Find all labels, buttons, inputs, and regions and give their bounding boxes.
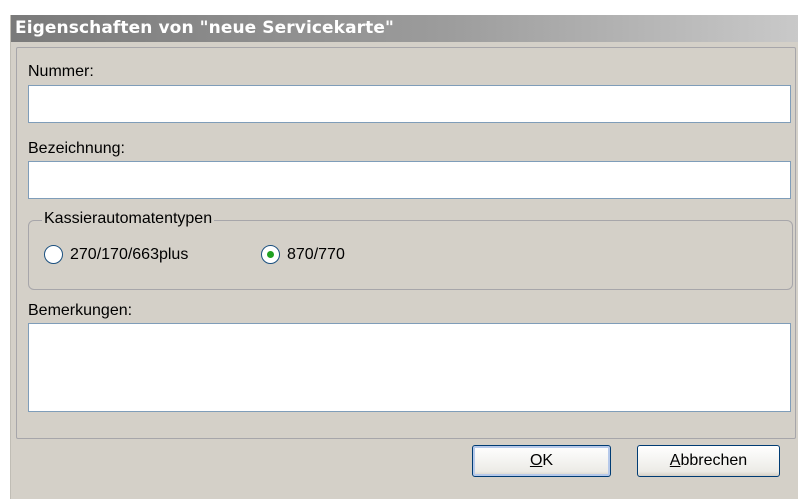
automat-type-group-label: Kassierautomatentypen bbox=[42, 210, 215, 228]
nummer-label: Nummer: bbox=[28, 63, 94, 80]
ok-label-rest: K bbox=[542, 452, 554, 469]
radio-option-270[interactable]: 270/170/663plus bbox=[44, 245, 188, 264]
dialog-title: Eigenschaften von "neue Servicekarte" bbox=[11, 15, 798, 42]
cancel-label-rest: bbrechen bbox=[680, 452, 748, 469]
bezeichnung-label: Bezeichnung: bbox=[28, 140, 125, 157]
bemerkungen-label: Bemerkungen: bbox=[28, 302, 133, 319]
radio-label-870: 870/770 bbox=[287, 245, 345, 263]
cancel-mnemonic: A bbox=[669, 452, 681, 469]
radio-option-870[interactable]: 870/770 bbox=[261, 245, 345, 264]
ok-button[interactable]: OK bbox=[472, 445, 611, 477]
nummer-input[interactable] bbox=[28, 85, 791, 123]
cancel-button[interactable]: Abbrechen bbox=[637, 445, 780, 477]
bezeichnung-input[interactable] bbox=[28, 161, 791, 199]
bemerkungen-textarea[interactable] bbox=[28, 323, 791, 412]
radio-button-870[interactable] bbox=[261, 245, 280, 264]
radio-selected-dot bbox=[267, 251, 274, 258]
radio-label-270: 270/170/663plus bbox=[70, 245, 189, 263]
radio-button-270[interactable] bbox=[44, 245, 63, 264]
ok-mnemonic: O bbox=[529, 452, 543, 469]
